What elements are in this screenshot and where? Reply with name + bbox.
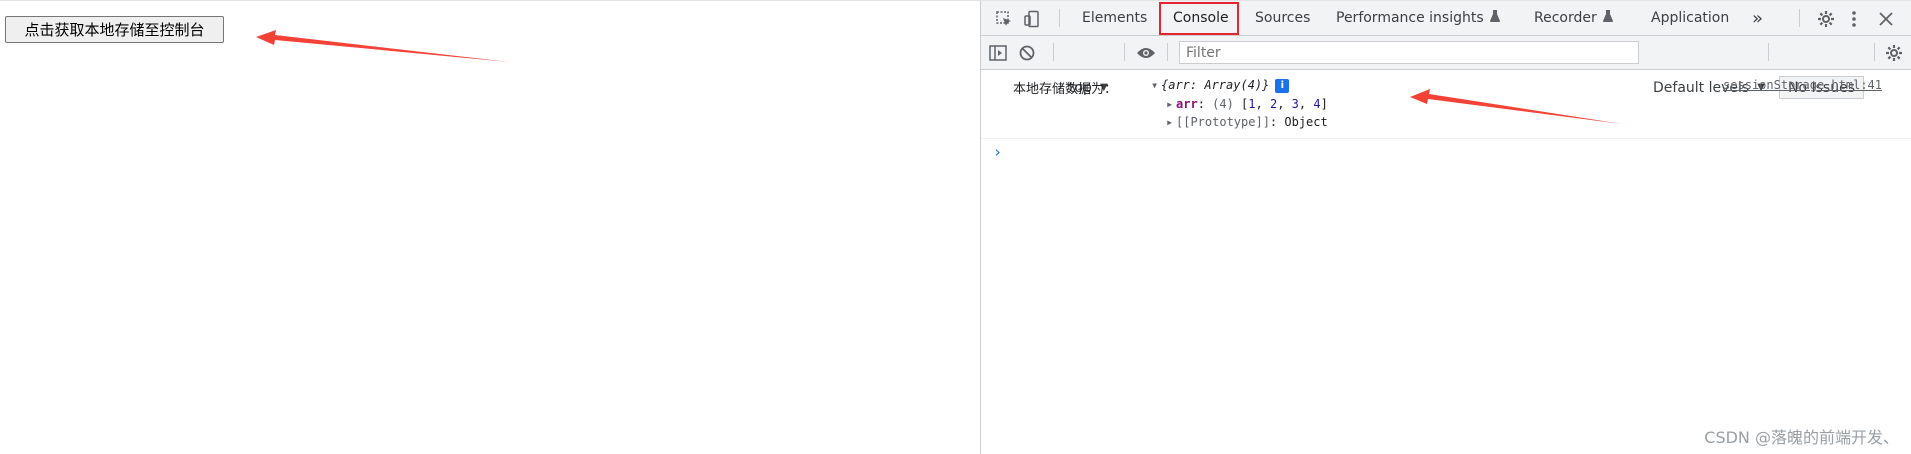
array-value: 3 (1291, 97, 1299, 111)
console-message: 本地存储数据为： ▾ {arr: Array(4)} i sessionStorag… (981, 70, 1911, 139)
live-expression-eye-icon[interactable] (1135, 42, 1157, 64)
expand-triangle-down-icon[interactable]: ▾ (1151, 78, 1161, 92)
tabbar-separator (1059, 9, 1060, 27)
toolbar-separator (1768, 43, 1769, 61)
object-property-arr[interactable]: ▸ arr: (4) [1, 2, 3, 4] (1166, 97, 1328, 111)
object-property-prototype[interactable]: ▸ [[Prototype]]: Object (1166, 115, 1328, 129)
object-preview-text: {arr: Array(4)} (1161, 78, 1270, 92)
property-key: [[Prototype]] (1176, 115, 1270, 129)
settings-gear-icon[interactable] (1815, 8, 1837, 30)
property-key: arr (1176, 97, 1198, 111)
array-length: (4) (1212, 97, 1234, 111)
tab-elements[interactable]: Elements (1082, 1, 1147, 35)
tabbar-separator (1799, 9, 1800, 27)
inspect-element-icon[interactable] (993, 8, 1015, 30)
more-tabs-chevron-icon[interactable]: » (1752, 1, 1763, 35)
tab-sources[interactable]: Sources (1255, 1, 1310, 35)
object-preview[interactable]: ▾ {arr: Array(4)} i (1151, 78, 1290, 93)
property-value: Object (1284, 115, 1328, 129)
array-value: 4 (1313, 97, 1321, 111)
info-badge-icon[interactable]: i (1275, 78, 1290, 93)
get-storage-button[interactable]: 点击获取本地存储至控制台 (5, 16, 224, 43)
toolbar-separator (1167, 43, 1168, 61)
tab-recorder[interactable]: Recorder (1534, 1, 1613, 35)
device-toolbar-icon[interactable] (1021, 8, 1043, 30)
source-link[interactable]: sessionStorage.html:41 (1723, 78, 1882, 92)
sidebar-toggle-icon[interactable] (987, 42, 1009, 64)
expand-triangle-right-icon[interactable]: ▸ (1166, 115, 1176, 129)
flask-icon (1489, 10, 1500, 26)
toolbar-separator (1124, 43, 1125, 61)
close-icon[interactable] (1875, 8, 1897, 30)
devtools-panel: Elements Console Sources Performance ins… (980, 1, 1911, 454)
array-value: 1 (1248, 97, 1256, 111)
tab-performance-insights-label: Performance insights (1336, 10, 1484, 26)
flask-icon (1602, 10, 1613, 26)
devtools-tabbar: Elements Console Sources Performance ins… (981, 1, 1911, 36)
tab-console[interactable]: Console (1173, 1, 1229, 35)
console-message-prefix: 本地存储数据为： (1013, 82, 1118, 97)
toolbar-separator (1874, 43, 1875, 61)
tab-recorder-label: Recorder (1534, 10, 1597, 26)
expand-triangle-right-icon[interactable]: ▸ (1166, 97, 1176, 111)
clear-console-icon[interactable] (1016, 42, 1038, 64)
console-filter-input[interactable] (1179, 41, 1639, 64)
kebab-menu-icon[interactable] (1843, 8, 1865, 30)
tab-performance-insights[interactable]: Performance insights (1336, 1, 1500, 35)
console-settings-gear-icon[interactable] (1883, 42, 1905, 64)
tab-application[interactable]: Application (1651, 1, 1729, 35)
watermark: CSDN @落魄的前端开发、 (1704, 428, 1899, 447)
toolbar-separator (1053, 43, 1054, 61)
page-viewport: 点击获取本地存储至控制台 (0, 1, 980, 454)
console-output: 本地存储数据为： ▾ {arr: Array(4)} i sessionStorag… (981, 70, 1911, 454)
console-prompt-icon[interactable]: › (993, 143, 1002, 161)
